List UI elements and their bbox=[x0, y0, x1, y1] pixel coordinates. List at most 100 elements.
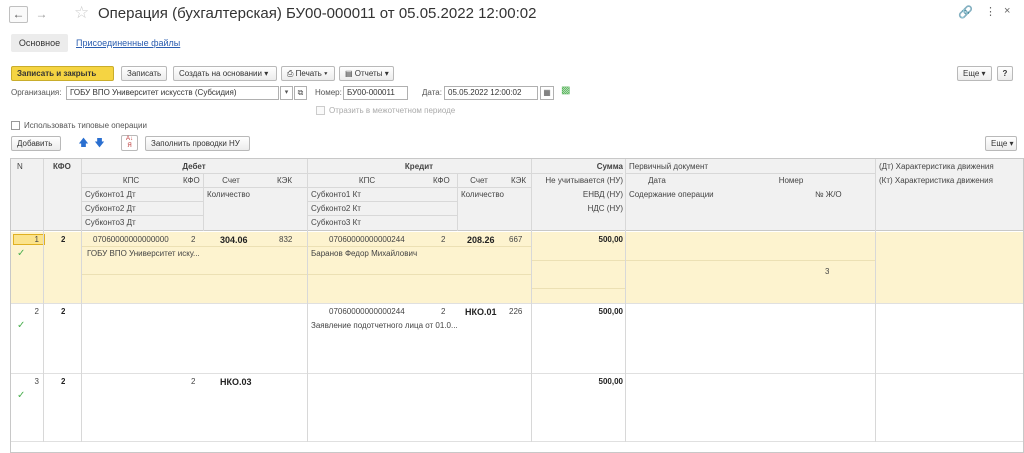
number-field[interactable]: БУ00-000011 bbox=[343, 86, 408, 100]
interdept-checkbox[interactable] bbox=[316, 106, 325, 115]
journal-header: № Ж/О bbox=[815, 190, 842, 199]
col-n-header: N bbox=[17, 162, 23, 171]
create-based-label: Создать на основании bbox=[179, 69, 262, 78]
more-label: Еще bbox=[963, 69, 980, 78]
sub2kt-header: Субконто2 Кт bbox=[311, 204, 361, 213]
entries-table: N КФО Дебет Кредит Сумма Первичный докум… bbox=[10, 158, 1024, 453]
number-label: Номер: bbox=[315, 88, 342, 97]
chevron-down-icon: ▾ bbox=[384, 69, 389, 78]
org-dropdown-button[interactable]: ▾ bbox=[280, 86, 293, 100]
help-button[interactable]: ? bbox=[997, 66, 1013, 81]
sort-icon[interactable]: A↓ Я bbox=[121, 135, 138, 151]
org-field[interactable]: ГОБУ ВПО Университет искусств (Субсидия) bbox=[66, 86, 279, 100]
sub3kt-header: Субконто3 Кт bbox=[311, 218, 361, 227]
check-icon: ✓ bbox=[17, 248, 26, 259]
org-label: Организация: bbox=[11, 88, 62, 97]
debit-subconto1: ГОБУ ВПО Университет иску... bbox=[87, 249, 200, 258]
interdept-label: Отразить в межотчетном периоде bbox=[329, 106, 456, 115]
back-button[interactable]: ← bbox=[9, 6, 28, 23]
sub2dt-header: Субконто2 Дт bbox=[85, 204, 136, 213]
star-icon[interactable]: ☆ bbox=[74, 3, 89, 23]
sub1kt-header: Субконто1 Кт bbox=[311, 190, 361, 199]
fill-nu-button[interactable]: Заполнить проводки НУ bbox=[145, 136, 250, 151]
print-label: Печать bbox=[295, 69, 322, 78]
table-more-button[interactable]: Еще ▾ bbox=[985, 136, 1017, 151]
debit-schet-header: Счет bbox=[222, 176, 240, 185]
org-open-button[interactable]: ⧉ bbox=[294, 86, 307, 100]
credit-kfo-header: КФО bbox=[433, 176, 450, 185]
kt-move-header: (Кт) Характеристика движения bbox=[879, 176, 993, 185]
typical-ops-checkbox[interactable] bbox=[11, 121, 20, 130]
date-label: Дата: bbox=[422, 88, 442, 97]
col-kfo-header: КФО bbox=[53, 162, 71, 171]
typical-ops-label: Использовать типовые операции bbox=[24, 121, 147, 130]
debit-kps: 07060000000000000 bbox=[93, 235, 169, 244]
debit-kek-header: КЭК bbox=[277, 176, 293, 185]
calendar-icon[interactable]: ▦ bbox=[540, 86, 554, 100]
credit-kfo: 2 bbox=[441, 235, 446, 244]
more-button[interactable]: Еще ▾ bbox=[957, 66, 992, 81]
printer-icon: ⎙ bbox=[287, 69, 294, 78]
date-field[interactable]: 05.05.2022 12:00:02 bbox=[444, 86, 538, 100]
move-down-icon[interactable]: 🡇 bbox=[93, 136, 106, 151]
window-title: Операция (бухгалтерская) БУ00-000011 от … bbox=[98, 5, 537, 22]
nomer-header: Номер bbox=[778, 176, 804, 185]
save-close-button[interactable]: Записать и закрыть bbox=[11, 66, 114, 81]
credit-qty-header: Количество bbox=[461, 190, 504, 199]
debit-qty-header: Количество bbox=[207, 190, 250, 199]
credit-kps: 07060000000000244 bbox=[329, 307, 405, 316]
credit-schet: 208.26 bbox=[467, 235, 495, 245]
save-button[interactable]: Записать bbox=[121, 66, 167, 81]
row-number: 3 bbox=[34, 377, 39, 386]
envd-header: ЕНВД (НУ) bbox=[582, 190, 623, 199]
table-row[interactable] bbox=[11, 374, 1023, 442]
primdoc-header: Первичный документ bbox=[629, 162, 709, 171]
sum-header: Сумма bbox=[596, 162, 623, 171]
link-icon[interactable]: 🔗 bbox=[958, 5, 973, 19]
create-based-button[interactable]: Создать на основании ▾ bbox=[173, 66, 277, 81]
chevron-down-icon: ▾ bbox=[1009, 139, 1014, 148]
debit-schet: 304.06 bbox=[220, 235, 248, 245]
reports-button[interactable]: ▤ Отчеты ▾ bbox=[339, 66, 394, 81]
add-row-button[interactable]: Добавить bbox=[11, 136, 61, 151]
chevron-down-icon: ▾ bbox=[264, 69, 269, 78]
row-sum: 500,00 bbox=[598, 377, 623, 386]
table-more-label: Еще bbox=[991, 139, 1008, 148]
check-icon: ✓ bbox=[17, 320, 26, 331]
tab-main[interactable]: Основное bbox=[11, 34, 68, 52]
date-header: Дата bbox=[648, 176, 666, 185]
row-kfo: 2 bbox=[61, 377, 66, 386]
more-menu-icon[interactable]: ⋮ bbox=[985, 5, 996, 18]
debit-kek: 832 bbox=[279, 235, 293, 244]
close-icon[interactable]: × bbox=[1004, 5, 1010, 17]
credit-kek: 667 bbox=[509, 235, 523, 244]
row-journal: 3 bbox=[825, 267, 830, 276]
nds-header: НДС (НУ) bbox=[587, 204, 623, 213]
print-button[interactable]: ⎙ Печать ▾ bbox=[281, 66, 335, 81]
forward-button[interactable]: → bbox=[32, 6, 51, 23]
credit-schet: НКО.01 bbox=[465, 307, 497, 317]
check-icon: ✓ bbox=[17, 390, 26, 401]
credit-header: Кредит bbox=[404, 162, 434, 171]
credit-kfo: 2 bbox=[441, 307, 446, 316]
dt-move-header: (Дт) Характеристика движения bbox=[879, 162, 994, 171]
debit-kps-header: КПС bbox=[122, 176, 140, 185]
credit-subconto1: Баранов Федор Михайлович bbox=[311, 249, 418, 258]
row-kfo: 2 bbox=[61, 235, 66, 244]
row-sum: 500,00 bbox=[598, 307, 623, 316]
debit-kfo-header: КФО bbox=[183, 176, 200, 185]
content-header: Содержание операции bbox=[629, 190, 714, 199]
row-kfo: 2 bbox=[61, 307, 66, 316]
row-sum: 500,00 bbox=[598, 235, 623, 244]
row-number: 1 bbox=[34, 235, 39, 244]
chevron-down-icon: ▾ bbox=[324, 69, 328, 78]
post-status-icon[interactable]: ▩ bbox=[561, 85, 570, 96]
chevron-down-icon: ▾ bbox=[981, 69, 986, 78]
move-up-icon[interactable]: 🡅 bbox=[77, 136, 90, 151]
debit-schet: НКО.03 bbox=[220, 377, 252, 387]
credit-kek-header: КЭК bbox=[511, 176, 527, 185]
debit-kfo: 2 bbox=[191, 377, 196, 386]
sub1dt-header: Субконто1 Дт bbox=[85, 190, 136, 199]
tab-attached-files[interactable]: Присоединенные файлы bbox=[76, 38, 180, 48]
credit-kek: 226 bbox=[509, 307, 523, 316]
